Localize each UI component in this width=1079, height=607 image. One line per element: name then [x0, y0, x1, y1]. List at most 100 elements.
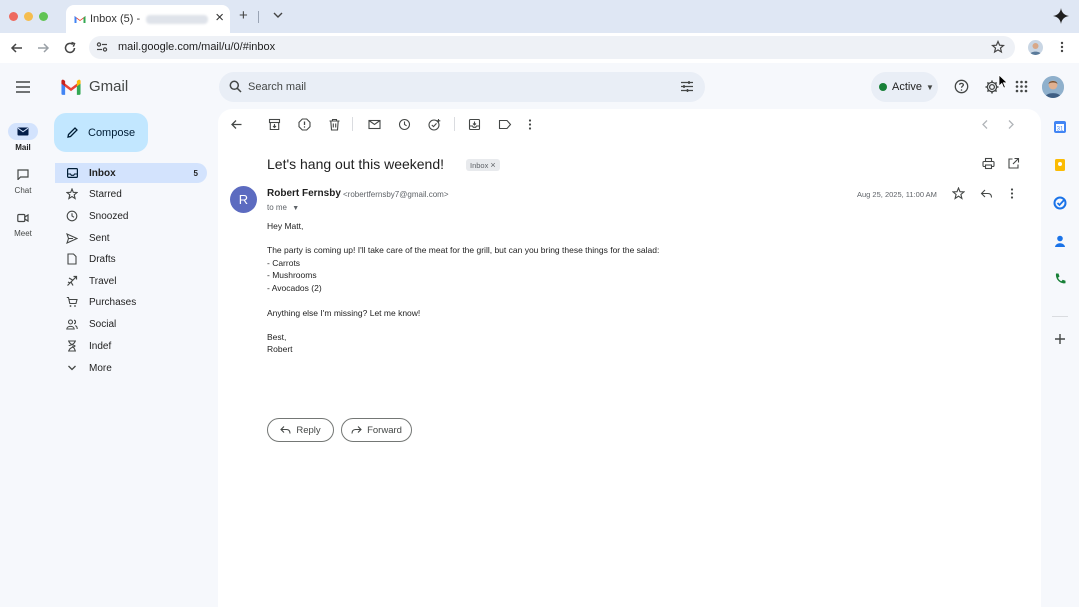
sidebar-item-label: Indef	[89, 340, 112, 352]
body-line: Best,	[267, 332, 287, 342]
newer-email-chevron-icon[interactable]	[980, 118, 990, 131]
tasks-icon[interactable]	[1052, 195, 1068, 211]
bookmark-star-icon[interactable]	[991, 40, 1005, 54]
tab-search-chevron-icon[interactable]	[272, 9, 284, 21]
older-email-chevron-icon[interactable]	[1006, 118, 1016, 131]
search-icon[interactable]	[229, 80, 242, 93]
tab-title-redacted	[146, 14, 209, 24]
sidebar-item-inbox[interactable]: Inbox 5	[55, 163, 207, 183]
contacts-icon[interactable]	[1052, 233, 1068, 249]
recipient-label: to me	[267, 203, 288, 212]
google-apps-icon[interactable]	[1015, 80, 1028, 93]
caret-down-icon: ▼	[292, 205, 300, 212]
search-options-icon[interactable]	[680, 80, 694, 93]
chat-icon	[17, 169, 29, 180]
remove-label-icon[interactable]: ×	[490, 160, 495, 170]
sidebar-item-more[interactable]: More	[55, 358, 207, 378]
reply-icon[interactable]	[980, 187, 993, 200]
sidebar-item-travel[interactable]: Travel	[55, 271, 207, 291]
tab-title: Inbox (5) -	[90, 13, 141, 25]
sidebar-item-snoozed[interactable]: Snoozed	[55, 206, 207, 226]
url-text[interactable]: mail.google.com/mail/u/0/#inbox	[118, 41, 275, 53]
compose-label: Compose	[88, 126, 136, 139]
move-to-icon[interactable]	[468, 118, 481, 131]
sender-avatar[interactable]: R	[230, 186, 257, 213]
pencil-icon	[67, 127, 78, 138]
toolbar-divider	[454, 117, 455, 131]
search-input[interactable]	[248, 78, 648, 96]
browser-menu-icon[interactable]	[1058, 40, 1066, 54]
sender-name[interactable]: Robert Fernsby	[267, 188, 341, 199]
add-addon-plus-icon[interactable]	[1052, 331, 1068, 347]
sidebar-item-drafts[interactable]: Drafts	[55, 249, 207, 269]
sidebar-item-label: Drafts	[89, 253, 116, 265]
chevron-down-icon: ▼	[925, 82, 934, 92]
voice-phone-icon[interactable]	[1052, 271, 1068, 287]
browser-profile-avatar[interactable]	[1028, 40, 1043, 55]
sidebar-item-label: Travel	[89, 275, 117, 287]
archive-icon[interactable]	[268, 118, 281, 131]
window-close-button[interactable]	[9, 12, 18, 21]
delete-trash-icon[interactable]	[328, 118, 341, 131]
reply-button[interactable]: Reply	[267, 418, 334, 442]
gmail-logo-icon[interactable]	[60, 79, 82, 96]
window-zoom-button[interactable]	[39, 12, 48, 21]
window-minimize-button[interactable]	[24, 12, 33, 21]
main-menu-icon[interactable]	[14, 79, 32, 95]
sidebar-item-social[interactable]: Social	[55, 314, 207, 334]
svg-text:31: 31	[1057, 126, 1064, 132]
label-tag-icon[interactable]	[498, 118, 512, 131]
rail-mail[interactable]: Mail	[0, 123, 46, 152]
sidebar-item-starred[interactable]: Starred	[55, 184, 207, 204]
mail-icon	[17, 127, 29, 136]
email-view-panel	[218, 109, 1041, 607]
add-to-tasks-icon[interactable]	[428, 118, 442, 131]
sidebar-item-label: Inbox	[89, 167, 116, 179]
body-line: Anything else I'm missing? Let me know!	[267, 308, 421, 318]
toolbar-divider	[352, 117, 353, 131]
sidebar-item-label: Purchases	[89, 296, 137, 308]
gmail-brand-text[interactable]: Gmail	[89, 78, 128, 95]
gemini-spark-icon[interactable]	[1050, 5, 1072, 27]
back-to-inbox-icon[interactable]	[230, 118, 243, 131]
back-arrow-icon[interactable]	[9, 40, 25, 56]
forward-button[interactable]: Forward	[341, 418, 412, 442]
forward-arrow-icon[interactable]	[35, 40, 51, 56]
recipient-details[interactable]: to me ▼	[267, 203, 299, 212]
sidebar-item-label: Snoozed	[89, 210, 129, 222]
print-icon[interactable]	[982, 157, 995, 170]
unread-count-badge: 5	[193, 168, 198, 178]
rail-meet[interactable]: Meet	[0, 209, 46, 238]
star-email-icon[interactable]	[952, 187, 965, 200]
compose-button[interactable]: Compose	[54, 113, 148, 152]
snooze-clock-icon[interactable]	[398, 118, 411, 131]
browser-tab-inbox[interactable]: Inbox (5) - ×	[66, 5, 230, 33]
new-tab-button[interactable]: +	[239, 7, 248, 24]
gmail-favicon-icon	[74, 16, 86, 23]
more-options-icon[interactable]	[526, 118, 534, 131]
reload-icon[interactable]	[62, 40, 78, 56]
mark-unread-icon[interactable]	[368, 118, 381, 131]
label-chip-inbox: Inbox ×	[466, 159, 500, 171]
message-more-icon[interactable]	[1008, 187, 1016, 200]
sidebar-item-sent[interactable]: Sent	[55, 228, 207, 248]
keep-notes-icon[interactable]	[1052, 157, 1068, 173]
sidebar-item-purchases[interactable]: Purchases	[55, 292, 207, 312]
meet-icon	[17, 213, 29, 222]
reply-label: Reply	[296, 424, 321, 436]
account-avatar[interactable]	[1042, 76, 1064, 98]
tab-close-icon[interactable]: ×	[215, 10, 224, 26]
sidebar-item-label: Starred	[89, 188, 122, 200]
open-new-window-icon[interactable]	[1007, 157, 1020, 170]
calendar-icon[interactable]: 31	[1052, 119, 1068, 135]
help-icon[interactable]	[954, 79, 969, 94]
people-icon	[66, 318, 78, 330]
rail-chat[interactable]: Chat	[0, 166, 46, 195]
site-settings-icon[interactable]	[96, 41, 108, 53]
status-selector[interactable]: Active ▼	[871, 72, 938, 102]
report-spam-icon[interactable]	[298, 118, 311, 131]
sidebar-item-indef[interactable]: Indef	[55, 336, 207, 356]
email-timestamp: Aug 25, 2025, 11:00 AM	[857, 190, 937, 199]
sidebar-item-label: Sent	[89, 232, 110, 244]
sidebar-item-label: Social	[89, 318, 117, 330]
